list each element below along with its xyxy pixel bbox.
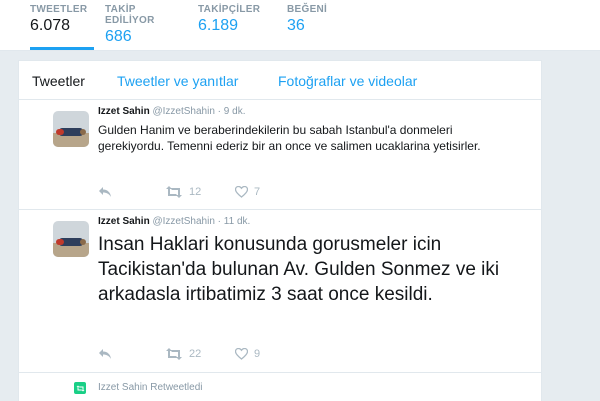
tweet-header: Izzet Sahin @IzzetShahin · 9 dk.	[98, 106, 245, 117]
reply-icon	[99, 187, 111, 197]
retweet-icon	[166, 186, 182, 198]
heart-icon	[235, 348, 248, 360]
author-handle[interactable]: @IzzetShahin	[152, 106, 214, 117]
tweet-text: Gulden Hanim ve beraberindekilerin bu sa…	[98, 123, 481, 153]
retweeted-item[interactable]: Izzet Sahin Retweetledi	[19, 373, 541, 401]
author-name[interactable]: Izzet Sahin	[98, 216, 150, 227]
timestamp[interactable]: 9 dk.	[224, 106, 246, 117]
retweet-button[interactable]: 12	[165, 184, 201, 200]
retweet-count: 12	[189, 186, 202, 198]
retweet-button[interactable]: 22	[165, 346, 201, 362]
stat-likes-value: 36	[287, 17, 305, 34]
tweet[interactable]: Izzet Sahin @IzzetShahin · 9 dk. Gulden …	[19, 100, 541, 210]
stat-followers-label: TAKİPÇİLER	[198, 4, 261, 15]
separator: ·	[217, 216, 222, 227]
retweet-context: Izzet Sahin Retweetledi	[19, 373, 541, 401]
heart-icon	[235, 186, 248, 198]
like-button[interactable]: 7	[235, 184, 260, 200]
timestamp[interactable]: 11 dk.	[224, 216, 251, 227]
stat-following-label: TAKİP EDİLİYOR	[105, 4, 155, 26]
stat-following-value: 686	[105, 28, 132, 45]
reply-icon	[99, 349, 111, 359]
tweet[interactable]: Izzet Sahin @IzzetShahin · 11 dk. Insan …	[19, 210, 541, 373]
tweet-actions: 12 7	[98, 184, 358, 200]
tweet-text: Insan Haklari konusunda gorusmeler icin …	[98, 234, 500, 305]
retweet-context-label[interactable]: Izzet Sahin Retweetledi	[98, 382, 203, 393]
like-count: 9	[254, 348, 261, 360]
stat-likes[interactable]: BEĞENİ 36	[287, 4, 333, 50]
stat-followers[interactable]: TAKİPÇİLER 6.189	[198, 4, 264, 50]
stat-likes-label: BEĞENİ	[287, 4, 328, 15]
profile-stats-bar: TWEETLER 6.078 TAKİP EDİLİYOR 686 TAKİPÇ…	[0, 0, 600, 51]
tweet-header: Izzet Sahin @IzzetShahin · 11 dk.	[98, 216, 250, 227]
reply-button[interactable]	[98, 184, 112, 200]
stat-tweets-label: TWEETLER	[30, 4, 88, 15]
author-name[interactable]: Izzet Sahin	[98, 106, 150, 117]
tab-photos-and-videos[interactable]: Fotoğraflar ve videolar	[278, 73, 417, 89]
avatar[interactable]	[53, 221, 89, 257]
tab-tweets[interactable]: Tweetler	[32, 73, 85, 89]
stat-tweets[interactable]: TWEETLER 6.078	[30, 4, 94, 50]
retweet-context-icon	[74, 382, 86, 394]
like-button[interactable]: 9	[235, 346, 260, 362]
profile-timeline: Tweetler Tweetler ve yanıtlar Fotoğrafla…	[18, 60, 542, 401]
avatar[interactable]	[53, 111, 89, 147]
stat-following[interactable]: TAKİP EDİLİYOR 686	[105, 4, 185, 50]
retweet-icon	[166, 348, 182, 360]
stat-followers-value: 6.189	[198, 17, 239, 34]
separator: ·	[217, 106, 222, 117]
retweet-count: 22	[189, 348, 202, 360]
author-handle[interactable]: @IzzetShahin	[152, 216, 214, 227]
tweet-actions: 22 9	[98, 346, 358, 362]
stat-tweets-value: 6.078	[30, 17, 71, 34]
tab-tweets-and-replies[interactable]: Tweetler ve yanıtlar	[117, 73, 238, 89]
timeline-tabs: Tweetler Tweetler ve yanıtlar Fotoğrafla…	[19, 61, 541, 100]
like-count: 7	[254, 186, 261, 198]
reply-button[interactable]	[98, 346, 112, 362]
